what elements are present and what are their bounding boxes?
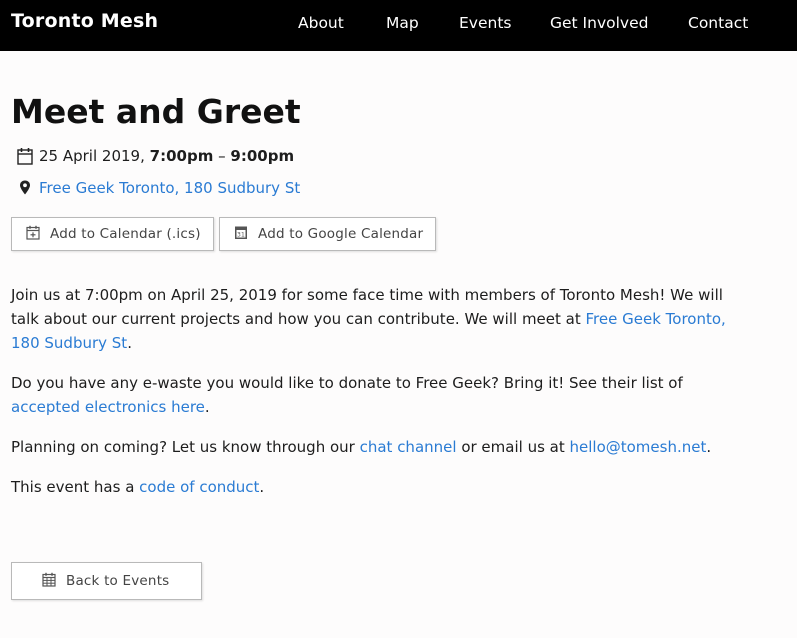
event-location-row: Free Geek Toronto, 180 Sudbury St [17, 179, 300, 197]
add-to-calendar-ics-label: Add to Calendar (.ics) [50, 226, 201, 242]
code-of-conduct-link[interactable]: code of conduct [139, 478, 259, 496]
p3-end: . [706, 438, 712, 456]
add-to-google-calendar-label: Add to Google Calendar [258, 226, 424, 242]
email-link[interactable]: hello@tomesh.net [570, 438, 707, 456]
p3-text-mid: or email us at [456, 438, 570, 456]
google-calendar-icon: 31 [234, 225, 258, 244]
add-to-google-calendar-button[interactable]: 31 Add to Google Calendar [219, 217, 436, 251]
nav-link-get-involved[interactable]: Get Involved [550, 14, 648, 32]
event-location-link[interactable]: Free Geek Toronto, 180 Sudbury St [39, 179, 300, 197]
nav-link-about[interactable]: About [298, 14, 344, 32]
description-paragraph-3: Planning on coming? Let us know through … [11, 435, 786, 459]
navbar: Toronto Mesh About Map Events Get Involv… [0, 0, 797, 51]
nav-link-contact[interactable]: Contact [688, 14, 748, 32]
brand-link[interactable]: Toronto Mesh [11, 10, 158, 32]
free-geek-link-a[interactable]: Free Geek Toronto, [586, 310, 726, 328]
description-paragraph-2: Do you have any e-waste you would like t… [11, 371, 786, 419]
event-date: 25 April 2019, [39, 147, 145, 165]
calendar-grid-icon [42, 572, 66, 591]
p1-text-b: talk about our current projects and how … [11, 310, 586, 328]
description-paragraph-4: This event has a code of conduct. [11, 475, 786, 499]
back-to-events-label: Back to Events [66, 573, 170, 589]
free-geek-link-b[interactable]: 180 Sudbury St [11, 334, 127, 352]
add-to-calendar-ics-button[interactable]: Add to Calendar (.ics) [11, 217, 214, 251]
event-start-time: 7:00pm [149, 147, 214, 165]
p4-end: . [259, 478, 265, 496]
p2-end: . [204, 398, 210, 416]
accepted-electronics-link[interactable]: accepted electronics here [11, 398, 205, 416]
p4-text-a: This event has a [11, 478, 140, 496]
p3-text-a: Planning on coming? Let us know through … [11, 438, 360, 456]
nav-link-events[interactable]: Events [459, 14, 511, 32]
calendar-icon [17, 147, 33, 165]
description-paragraph-1: Join us at 7:00pm on April 25, 2019 for … [11, 283, 786, 355]
event-end-time: 9:00pm [230, 147, 295, 165]
page-title: Meet and Greet [11, 92, 301, 131]
back-to-events-button[interactable]: Back to Events [11, 562, 202, 600]
map-pin-icon [17, 179, 33, 197]
calendar-plus-icon [26, 225, 50, 244]
chat-channel-link[interactable]: chat channel [360, 438, 457, 456]
event-date-row: 25 April 2019, 7:00pm – 9:00pm [17, 147, 294, 165]
svg-text:31: 31 [237, 231, 245, 238]
nav-link-map[interactable]: Map [386, 14, 419, 32]
p1-text-a: Join us at 7:00pm on April 25, 2019 for … [11, 286, 723, 304]
time-dash: – [218, 147, 226, 165]
p1-end: . [127, 334, 132, 352]
p2-text-a: Do you have any e-waste you would like t… [11, 374, 683, 392]
